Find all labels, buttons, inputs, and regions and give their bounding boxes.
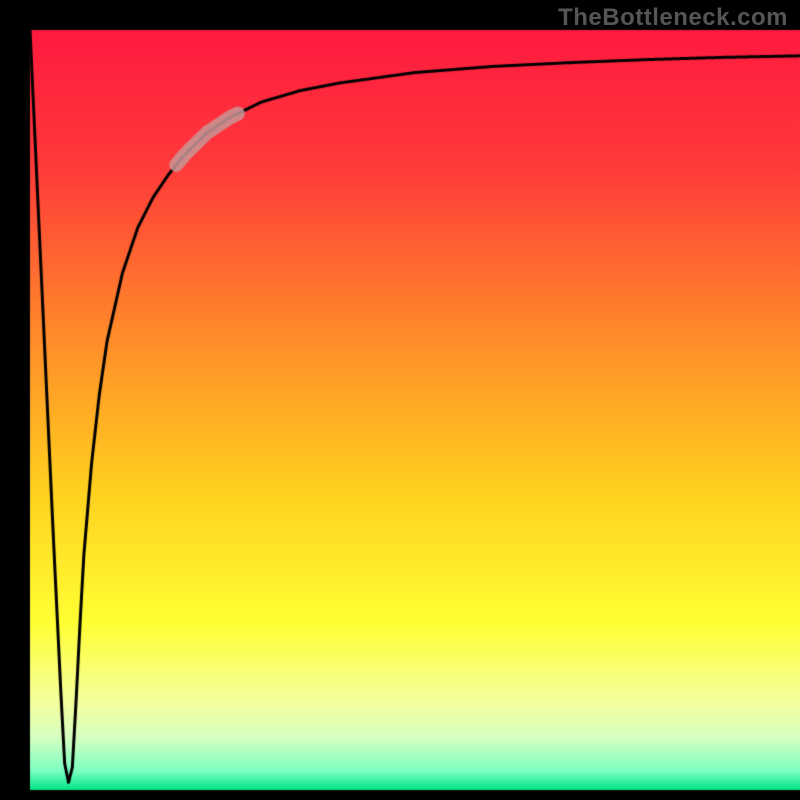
- bottleneck-curve: [0, 0, 800, 800]
- chart-frame: TheBottleneck.com: [0, 0, 800, 800]
- watermark-text: TheBottleneck.com: [558, 4, 788, 32]
